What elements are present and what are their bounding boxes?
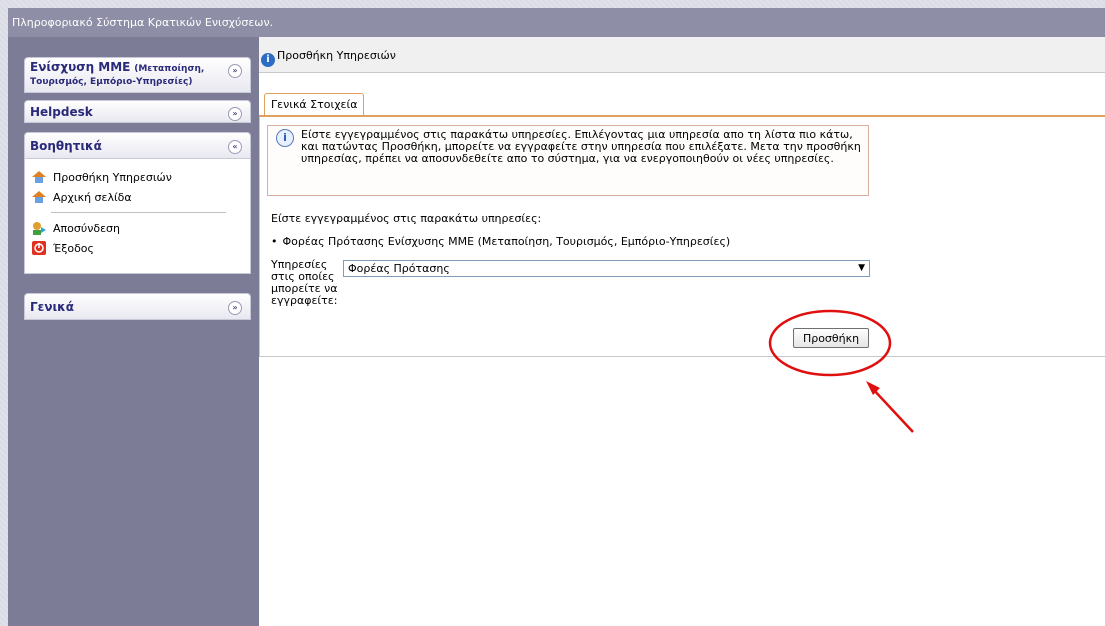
list-item: Φορέας Πρότασης Ενίσχυσης ΜΜΕ (Μεταποίησ… (271, 235, 731, 248)
double-chevron-down-icon[interactable]: » (228, 301, 242, 315)
sidebar-panel-general-header[interactable]: Γενικά » (24, 293, 251, 320)
app-title: Πληροφοριακό Σύστημα Κρατικών Ενισχύσεων… (12, 16, 274, 29)
sidebar-item-label: Αρχική σελίδα (53, 190, 132, 204)
page-title: Προσθήκη Υπηρεσιών (277, 49, 396, 62)
sidebar-panel-general-title: Γενικά (30, 300, 74, 314)
tab-label: Γενικά Στοιχεία (271, 98, 358, 111)
double-chevron-up-icon[interactable]: « (228, 140, 242, 154)
info-icon: i (276, 129, 294, 147)
tab-panel: i Είστε εγγεγραμμένος στις παρακάτω υπηρ… (259, 117, 1105, 357)
services-select[interactable]: Φορέας Πρότασης ▼ (343, 260, 870, 277)
sidebar: Ενίσχυση ΜΜΕ (Μεταποίηση, Τουρισμός, Εμπ… (8, 37, 259, 626)
sidebar-panel-helpers-body: Προσθήκη Υπηρεσιών Αρχική σελίδα Αποσύνδ… (24, 159, 251, 274)
services-field-label: Υπηρεσίες στις οποίες μπορείτε να εγγραφ… (271, 258, 338, 307)
tab-general-info[interactable]: Γενικά Στοιχεία (264, 93, 365, 115)
dropdown-arrow-icon[interactable]: ▼ (858, 262, 865, 275)
sidebar-item-label: Αποσύνδεση (53, 221, 120, 235)
sidebar-panel-general[interactable]: Γενικά » (24, 293, 251, 320)
double-chevron-down-icon[interactable]: » (228, 107, 242, 121)
sidebar-item-logout[interactable]: Αποσύνδεση (31, 218, 244, 238)
sidebar-panel-sme-subtitle-1: (Μεταποίηση, (134, 64, 205, 74)
notice-text: Είστε εγγεγραμμένος στις παρακάτω υπηρεσ… (301, 128, 861, 165)
house-icon (31, 190, 47, 204)
sidebar-panel-helpers: Βοηθητικά « Προσθήκη Υπηρεσιών Αρχική σε… (24, 132, 251, 274)
tab-bar: Γενικά Στοιχεία (259, 93, 1105, 117)
sidebar-divider (51, 212, 226, 213)
services-select-value: Φορέας Πρότασης (348, 262, 450, 275)
sidebar-panel-helpdesk[interactable]: Helpdesk » (24, 100, 251, 123)
sidebar-panel-helpers-title: Βοηθητικά (30, 139, 102, 153)
app-title-bar: Πληροφοριακό Σύστημα Κρατικών Ενισχύσεων… (8, 8, 1105, 37)
house-icon (31, 170, 47, 184)
double-chevron-down-icon[interactable]: » (228, 64, 242, 78)
info-notice: i Είστε εγγεγραμμένος στις παρακάτω υπηρ… (267, 125, 869, 196)
sidebar-panel-sme-title: Ενίσχυση ΜΜΕ (30, 60, 131, 74)
sidebar-panel-helpers-header[interactable]: Βοηθητικά « (24, 132, 251, 159)
sidebar-item-label: Έξοδος (53, 241, 94, 255)
sidebar-panel-helpdesk-header[interactable]: Helpdesk » (24, 100, 251, 123)
power-icon (31, 241, 47, 255)
sidebar-item-home[interactable]: Αρχική σελίδα (31, 187, 244, 207)
sidebar-item-exit[interactable]: Έξοδος (31, 238, 244, 258)
logout-icon (31, 221, 47, 235)
registered-heading: Είστε εγγεγραμμένος στις παρακάτω υπηρεσ… (271, 212, 542, 225)
page-header: i Προσθήκη Υπηρεσιών (259, 37, 1105, 73)
sidebar-panel-sme[interactable]: Ενίσχυση ΜΜΕ (Μεταποίηση, Τουρισμός, Εμπ… (24, 57, 251, 93)
registered-services-list: Φορέας Πρότασης Ενίσχυσης ΜΜΕ (Μεταποίησ… (271, 235, 731, 248)
sidebar-item-add-services[interactable]: Προσθήκη Υπηρεσιών (31, 167, 244, 187)
sidebar-panel-helpdesk-title: Helpdesk (30, 105, 93, 119)
sidebar-item-label: Προσθήκη Υπηρεσιών (53, 170, 172, 184)
info-icon: i (261, 53, 275, 67)
main-content: i Προσθήκη Υπηρεσιών Γενικά Στοιχεία i Εί… (259, 37, 1105, 626)
sidebar-panel-sme-subtitle-2: Τουρισμός, Εμπόριο-Υπηρεσίες) (30, 77, 193, 87)
sidebar-panel-sme-header[interactable]: Ενίσχυση ΜΜΕ (Μεταποίηση, Τουρισμός, Εμπ… (24, 57, 251, 93)
add-button[interactable]: Προσθήκη (793, 328, 869, 348)
